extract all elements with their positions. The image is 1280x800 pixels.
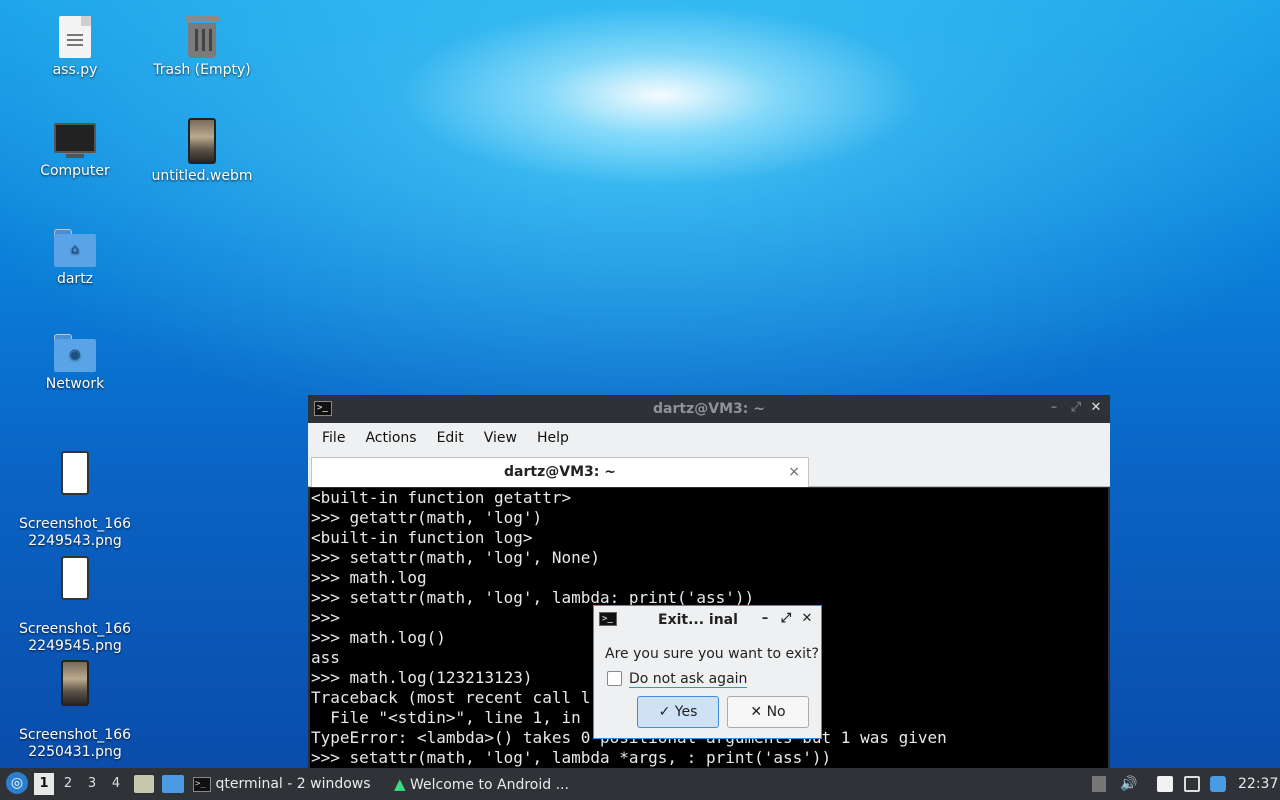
trash-icon bbox=[185, 16, 219, 58]
app-menu-icon[interactable]: ◎ bbox=[6, 772, 28, 794]
no-button[interactable]: ✕ No bbox=[727, 696, 809, 728]
console-line: >>> math.log bbox=[311, 568, 427, 587]
maximize-icon[interactable]: ⤢ bbox=[1068, 400, 1084, 416]
workspace-1[interactable]: 1 bbox=[34, 773, 54, 795]
desktop-icon-screenshot-3[interactable]: Screenshot_166 2250431.png bbox=[15, 643, 135, 761]
video-file-icon bbox=[188, 118, 216, 164]
console-line: >>> getattr(math, 'log') bbox=[311, 508, 543, 527]
desktop-icon-ass-py[interactable]: ass.py bbox=[15, 16, 135, 79]
terminal-icon: >_ bbox=[193, 776, 211, 792]
maximize-icon[interactable]: ⤢ bbox=[778, 611, 794, 626]
menu-edit[interactable]: Edit bbox=[427, 430, 474, 446]
menu-help[interactable]: Help bbox=[527, 430, 579, 446]
tab-close-icon[interactable]: × bbox=[788, 458, 800, 486]
desktop-icon-label: Trash (Empty) bbox=[153, 62, 251, 78]
tab-terminal[interactable]: dartz@VM3: ~ × bbox=[311, 457, 809, 487]
show-desktop-icon[interactable] bbox=[162, 775, 184, 793]
computer-icon bbox=[54, 123, 96, 159]
dialog-title: Exit... inal bbox=[658, 612, 738, 628]
workspace-4[interactable]: 4 bbox=[106, 773, 126, 795]
check-icon: ✓ bbox=[658, 704, 671, 720]
yes-label: Yes bbox=[674, 704, 698, 720]
task-qterminal-label: qterminal - 2 windows bbox=[215, 776, 371, 792]
menu-actions[interactable]: Actions bbox=[355, 430, 426, 446]
tab-label: dartz@VM3: ~ bbox=[504, 464, 616, 480]
image-file-icon bbox=[61, 451, 89, 495]
desktop-icon-untitled-webm[interactable]: untitled.webm bbox=[142, 118, 262, 185]
close-icon[interactable]: ✕ bbox=[799, 611, 815, 626]
do-not-ask-label[interactable]: Do not ask again bbox=[629, 671, 748, 688]
desktop-icon-label: dartz bbox=[56, 271, 94, 287]
task-qterminal[interactable]: >_ qterminal - 2 windows bbox=[193, 768, 383, 800]
menu-view[interactable]: View bbox=[474, 430, 527, 446]
desktop-icon-label: Screenshot_166 2250431.png bbox=[18, 727, 132, 760]
desktop-icon-dartz[interactable]: ⌂ dartz bbox=[15, 229, 135, 288]
dialog-titlebar[interactable]: >_ Exit... inal – ⤢ ✕ bbox=[594, 606, 821, 634]
workspace-2[interactable]: 2 bbox=[58, 773, 78, 795]
console-line: >>> setattr(math, 'log', lambda *args, :… bbox=[311, 748, 832, 767]
network-folder-icon: ◉ bbox=[54, 334, 96, 372]
window-title: dartz@VM3: ~ bbox=[653, 401, 765, 417]
minimize-icon[interactable]: – bbox=[1046, 400, 1062, 416]
desktop-icon-label: Computer bbox=[40, 163, 110, 179]
python-file-icon bbox=[59, 16, 91, 58]
clipboard-icon[interactable] bbox=[1157, 776, 1173, 792]
terminal-titlebar[interactable]: >_ dartz@VM3: ~ – ⤢ ✕ bbox=[308, 395, 1110, 423]
network-icon[interactable] bbox=[1184, 776, 1200, 792]
desktop-icon-computer[interactable]: Computer bbox=[15, 123, 135, 180]
menu-file[interactable]: File bbox=[312, 430, 355, 446]
taskbar: ◎ 1 2 3 4 >_ qterminal - 2 windows ▲ Wel… bbox=[0, 768, 1280, 800]
minimize-icon[interactable]: – bbox=[757, 611, 773, 626]
desktop-icon-screenshot-1[interactable]: Screenshot_166 2249543.png bbox=[15, 434, 135, 550]
image-file-icon bbox=[61, 556, 89, 600]
desktop-icon-label: Network bbox=[45, 376, 105, 392]
desktop-icon-screenshot-2[interactable]: Screenshot_166 2249545.png bbox=[15, 539, 135, 655]
workspace-3[interactable]: 3 bbox=[82, 773, 102, 795]
desktop-icon-trash[interactable]: Trash (Empty) bbox=[142, 16, 262, 79]
clock[interactable]: 22:37 bbox=[1238, 768, 1278, 800]
task-android-label: Welcome to Android ... bbox=[410, 777, 569, 793]
cancel-icon: ✕ bbox=[750, 704, 763, 720]
update-notifier-icon[interactable] bbox=[1210, 776, 1226, 792]
console-line: >>> setattr(math, 'log', None) bbox=[311, 548, 600, 567]
no-label: No bbox=[766, 704, 786, 720]
tab-bar: dartz@VM3: ~ × bbox=[308, 453, 1110, 487]
console-line: <built-in function getattr> bbox=[311, 488, 572, 507]
volume-icon[interactable]: 🔊 bbox=[1120, 776, 1137, 792]
do-not-ask-checkbox[interactable] bbox=[607, 671, 622, 686]
yes-button[interactable]: ✓ Yes bbox=[637, 696, 719, 728]
task-android[interactable]: ▲ Welcome to Android ... bbox=[394, 768, 594, 800]
home-folder-icon: ⌂ bbox=[54, 229, 96, 267]
image-file-icon bbox=[61, 660, 89, 706]
dialog-question: Are you sure you want to exit? bbox=[605, 646, 819, 662]
desktop-icon-network[interactable]: ◉ Network bbox=[15, 334, 135, 393]
android-icon: ▲ bbox=[394, 775, 406, 793]
close-icon[interactable]: ✕ bbox=[1088, 400, 1104, 416]
desktop-icon-label: untitled.webm bbox=[151, 168, 253, 184]
file-manager-icon[interactable] bbox=[134, 775, 154, 793]
desktop-icon-label: ass.py bbox=[52, 62, 98, 78]
exit-dialog: >_ Exit... inal – ⤢ ✕ Are you sure you w… bbox=[593, 605, 822, 739]
console-line: <built-in function log> bbox=[311, 528, 533, 547]
terminal-icon: >_ bbox=[599, 612, 617, 626]
menu-bar: File Actions Edit View Help bbox=[308, 423, 1110, 453]
tray-arrow-icon[interactable] bbox=[1092, 776, 1106, 792]
